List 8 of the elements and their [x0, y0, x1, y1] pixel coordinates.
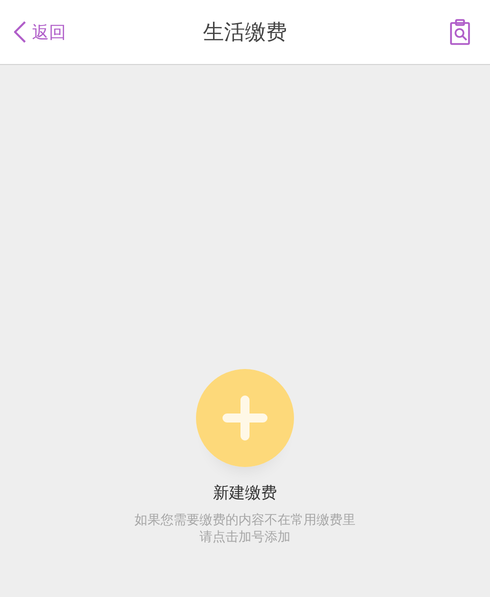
clipboard-search-icon[interactable]	[450, 19, 470, 45]
plus-icon	[222, 395, 268, 441]
back-button[interactable]: 返回	[14, 20, 66, 44]
chevron-left-icon	[14, 21, 26, 43]
hint-text: 请点击加号添加	[200, 529, 290, 546]
hint-text: 如果您需要缴费的内容不在常用缴费里	[134, 512, 356, 529]
action-label: 新建缴费	[213, 483, 277, 504]
page-title: 生活缴费	[203, 19, 287, 46]
